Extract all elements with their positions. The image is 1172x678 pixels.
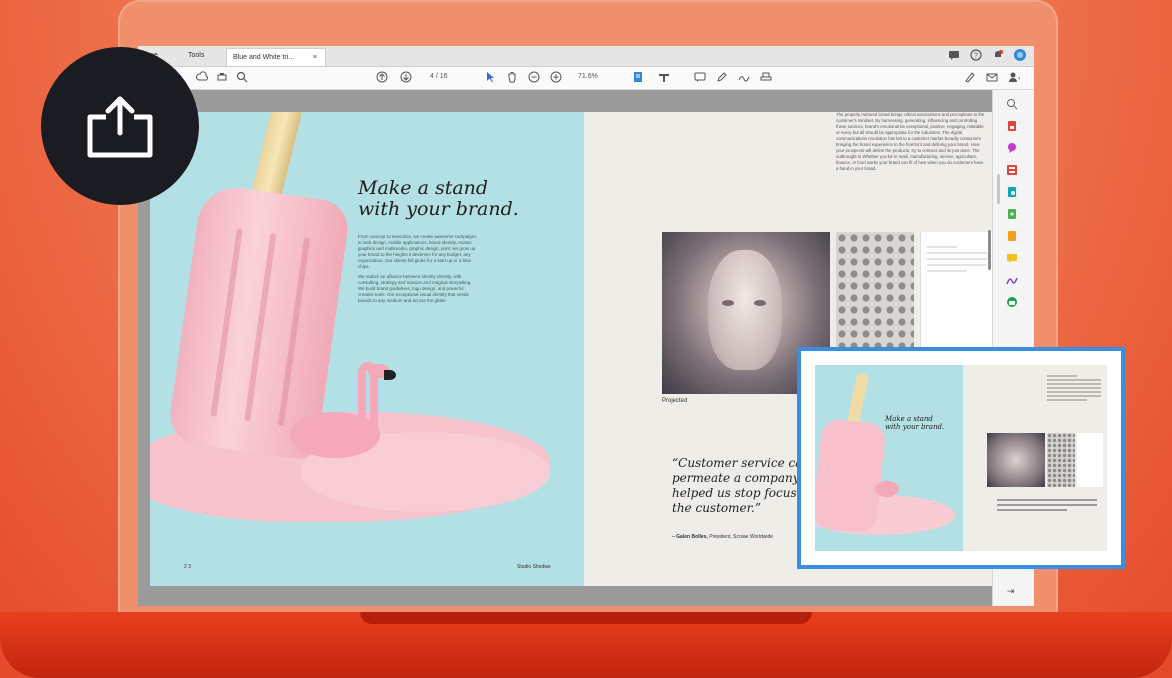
popsicle-ridge xyxy=(210,228,243,417)
headline-line: Make a stand xyxy=(358,177,489,199)
popsicle-illustration xyxy=(815,417,887,535)
upload-cloud-icon[interactable] xyxy=(196,71,208,83)
toolbar: 4 / 16 71.6% + xyxy=(138,67,1034,90)
page-footer-label: Studio Shodwe xyxy=(517,564,551,570)
flamingo-beak xyxy=(384,370,396,380)
thumbnail-left-page: Make a stand with your brand. xyxy=(815,365,963,551)
protect-icon[interactable] xyxy=(1006,296,1018,308)
thumbnail-quote xyxy=(997,499,1097,514)
comment-icon[interactable] xyxy=(694,71,706,83)
document-preview-thumbnail[interactable]: Make a stand with your brand. xyxy=(797,347,1125,569)
doc-line xyxy=(927,258,987,260)
flamingo-float-illustration xyxy=(875,481,899,497)
doc-line xyxy=(927,264,987,266)
edit-pdf-icon[interactable] xyxy=(1006,186,1018,198)
hand-tool-icon[interactable] xyxy=(506,71,518,83)
comment-sidebar-icon[interactable] xyxy=(1006,142,1018,154)
scroll-mode-icon[interactable] xyxy=(658,71,670,83)
face-shape xyxy=(708,250,782,370)
page-number: 2 3 xyxy=(184,564,191,570)
thumbnail-headline: Make a stand with your brand. xyxy=(885,415,963,431)
thumbnail-right-page xyxy=(963,365,1107,551)
image-caption: Projected xyxy=(662,398,688,404)
text-line xyxy=(1047,383,1101,385)
text-line xyxy=(1047,395,1101,397)
create-pdf-icon[interactable] xyxy=(1006,208,1018,220)
zoom-in-icon[interactable] xyxy=(550,71,562,83)
doc-line xyxy=(927,246,957,248)
highlight-pen-icon[interactable] xyxy=(716,71,728,83)
text-line xyxy=(1047,379,1101,381)
headline-line: with your brand. xyxy=(358,198,519,220)
zoom-icon[interactable] xyxy=(1006,98,1018,110)
search-icon[interactable] xyxy=(236,71,248,83)
vertical-scrollbar[interactable] xyxy=(988,230,991,270)
fill-sign-sidebar-icon[interactable] xyxy=(1006,252,1018,264)
avatar[interactable] xyxy=(1014,49,1026,61)
doc-line xyxy=(927,270,967,272)
quote-attribution: – Galen Bolles, President, Scoiae Worldw… xyxy=(672,534,773,540)
text-line xyxy=(1047,375,1077,377)
chat-icon[interactable] xyxy=(948,49,960,61)
tab-bar: me Tools Blue and White tri... × ? xyxy=(138,46,1034,67)
headline-line: with your brand. xyxy=(885,423,945,431)
quote-line xyxy=(997,504,1097,506)
attribution-role: President, Scoiae Worldwide xyxy=(707,534,774,540)
draw-icon[interactable] xyxy=(738,71,750,83)
export-pdf-icon[interactable] xyxy=(1006,120,1018,132)
organize-icon[interactable] xyxy=(1006,164,1018,176)
left-page: Make a stand with your brand. From conce… xyxy=(150,112,584,586)
zoom-level[interactable]: 71.6% xyxy=(578,73,598,80)
quote-line xyxy=(997,499,1097,501)
page-headline: Make a stand with your brand. xyxy=(358,178,558,220)
fill-sign-icon[interactable] xyxy=(964,71,976,83)
doc-line xyxy=(927,252,987,254)
notification-bell-icon[interactable] xyxy=(992,49,1004,61)
email-icon[interactable] xyxy=(986,71,998,83)
close-tab-icon[interactable]: × xyxy=(313,49,317,67)
document-tab-label: Blue and White tri... xyxy=(233,54,295,61)
text-line xyxy=(1047,391,1101,393)
next-page-icon[interactable] xyxy=(400,71,412,83)
paragraph: From concept to execution, we create awe… xyxy=(358,234,477,269)
stamp-icon[interactable] xyxy=(760,71,772,83)
headline-line: Make a stand xyxy=(885,415,933,423)
svg-text:+: + xyxy=(1018,76,1020,82)
popsicle-ridge xyxy=(244,232,277,422)
print-icon[interactable] xyxy=(216,71,228,83)
previous-page-icon[interactable] xyxy=(376,71,388,83)
combine-icon[interactable] xyxy=(1006,230,1018,242)
eye-shape xyxy=(754,300,766,306)
sidebar-scrollbar[interactable] xyxy=(997,174,1000,204)
tab-tools[interactable]: Tools xyxy=(188,52,204,59)
zoom-out-icon[interactable] xyxy=(528,71,540,83)
sculpture-face-image xyxy=(987,433,1045,487)
share-button[interactable] xyxy=(41,47,199,205)
account-icons: ? xyxy=(948,49,1026,61)
eye-shape xyxy=(722,300,734,306)
body-text: From concept to execution, we create awe… xyxy=(358,234,478,308)
right-page-text: The properly nurtured brand brings criti… xyxy=(836,112,985,171)
popsicle-ridge xyxy=(277,237,311,427)
quote-line xyxy=(997,509,1067,511)
document-sample-image xyxy=(1077,433,1103,487)
sign-icon[interactable] xyxy=(1006,274,1018,286)
thumbnail-text-block xyxy=(1047,375,1101,403)
laptop-hinge xyxy=(360,612,812,624)
paragraph: We realize an alliance between identity … xyxy=(358,274,472,303)
svg-text:?: ? xyxy=(974,53,978,60)
page-fit-icon[interactable] xyxy=(632,71,644,83)
pattern-image xyxy=(1047,433,1075,487)
text-line xyxy=(1047,387,1101,389)
share-people-icon[interactable]: + xyxy=(1008,71,1020,83)
tab-document[interactable]: Blue and White tri... × xyxy=(226,48,326,66)
help-icon[interactable]: ? xyxy=(970,49,982,61)
select-cursor-icon[interactable] xyxy=(484,71,496,83)
text-line xyxy=(1047,399,1087,401)
page-indicator[interactable]: 4 / 16 xyxy=(430,73,448,80)
share-upload-icon xyxy=(87,96,153,158)
attribution-name: – Galen Bolles, xyxy=(672,534,708,540)
collapse-panel-icon[interactable]: ⇥ xyxy=(1007,586,1015,597)
